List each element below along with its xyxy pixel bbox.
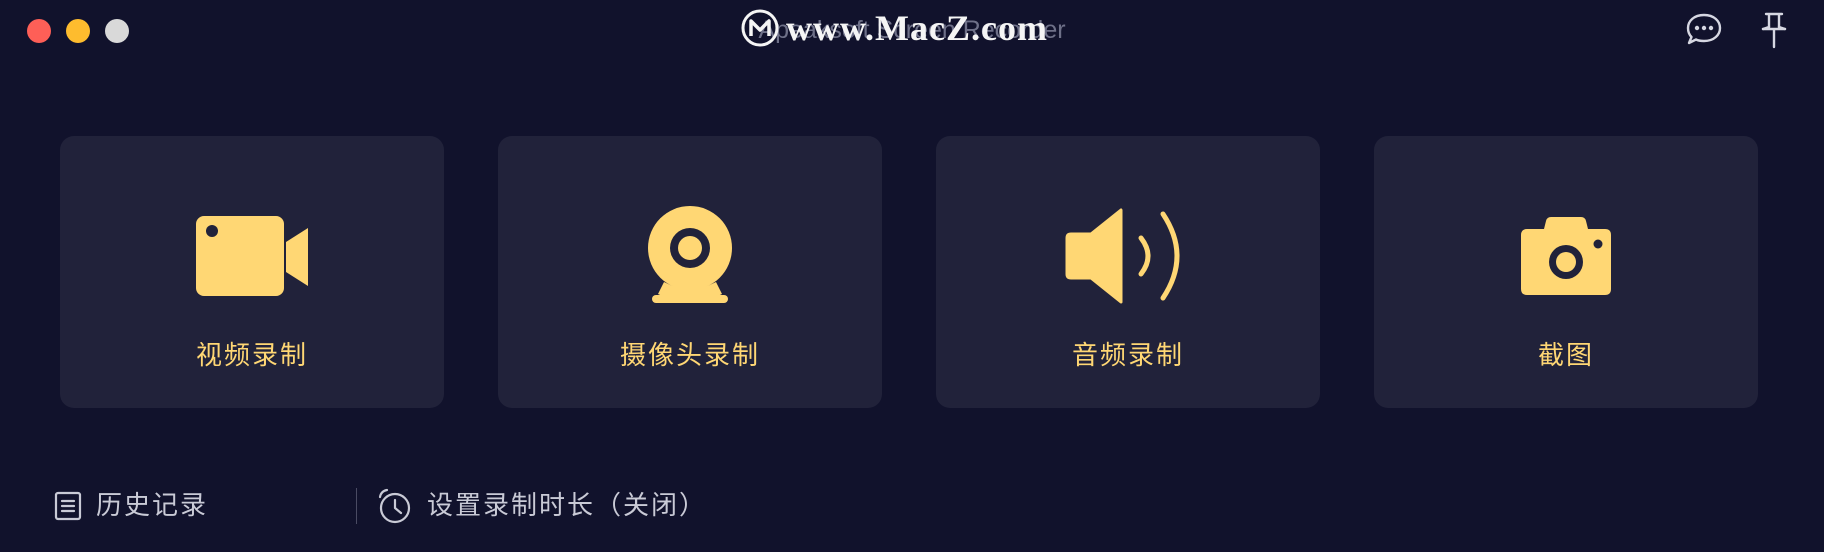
card-label: 截图 — [1537, 341, 1594, 371]
alarm-clock-icon — [378, 488, 411, 524]
watermark: www.MacZ.com — [740, 6, 1090, 50]
webcam-record-card[interactable]: 摄像头录制 — [498, 136, 882, 408]
card-icon-wrap — [60, 206, 444, 306]
screenshot-card[interactable]: 截图 — [1374, 136, 1758, 408]
feature-cards: 视频录制 摄像头录制 音频录制 截图 — [60, 136, 1758, 408]
window-controls — [27, 19, 129, 43]
zoom-window-button[interactable] — [105, 19, 129, 43]
card-icon-wrap — [498, 206, 882, 306]
feedback-button[interactable] — [1684, 10, 1724, 50]
minimize-window-button[interactable] — [66, 19, 90, 43]
audio-record-card[interactable]: 音频录制 — [936, 136, 1320, 408]
card-icon-wrap — [1374, 206, 1758, 306]
history-label: 历史记录 — [96, 491, 209, 521]
bottom-divider — [356, 488, 358, 524]
history-button[interactable]: 历史记录 — [54, 490, 208, 522]
record-duration-button[interactable]: 设置录制时长（关闭） — [377, 488, 707, 524]
app-window: Apeaksoft Screen Recorder www.MacZ.com 视… — [0, 0, 1824, 552]
webcam-icon — [648, 206, 732, 303]
record-duration-label: 设置录制时长（关闭） — [427, 491, 708, 521]
card-icon-wrap — [936, 206, 1320, 306]
bottom-bar: 历史记录 设置录制时长（关闭） — [54, 486, 707, 526]
list-icon — [54, 491, 82, 521]
video-camera-icon — [196, 216, 308, 296]
title-bar-actions — [1684, 10, 1794, 50]
card-label: 音频录制 — [1071, 341, 1184, 371]
close-window-button[interactable] — [27, 19, 51, 43]
watermark-logo-icon — [741, 9, 779, 47]
speaker-icon — [1065, 208, 1180, 304]
watermark-text: www.MacZ.com — [786, 8, 1048, 48]
card-label: 摄像头录制 — [619, 341, 760, 371]
pin-button[interactable] — [1754, 10, 1794, 50]
video-record-card[interactable]: 视频录制 — [60, 136, 444, 408]
camera-icon — [1521, 217, 1611, 295]
chat-bubble-icon — [1686, 13, 1722, 45]
card-label: 视频录制 — [195, 341, 308, 371]
pin-icon — [1761, 12, 1787, 49]
